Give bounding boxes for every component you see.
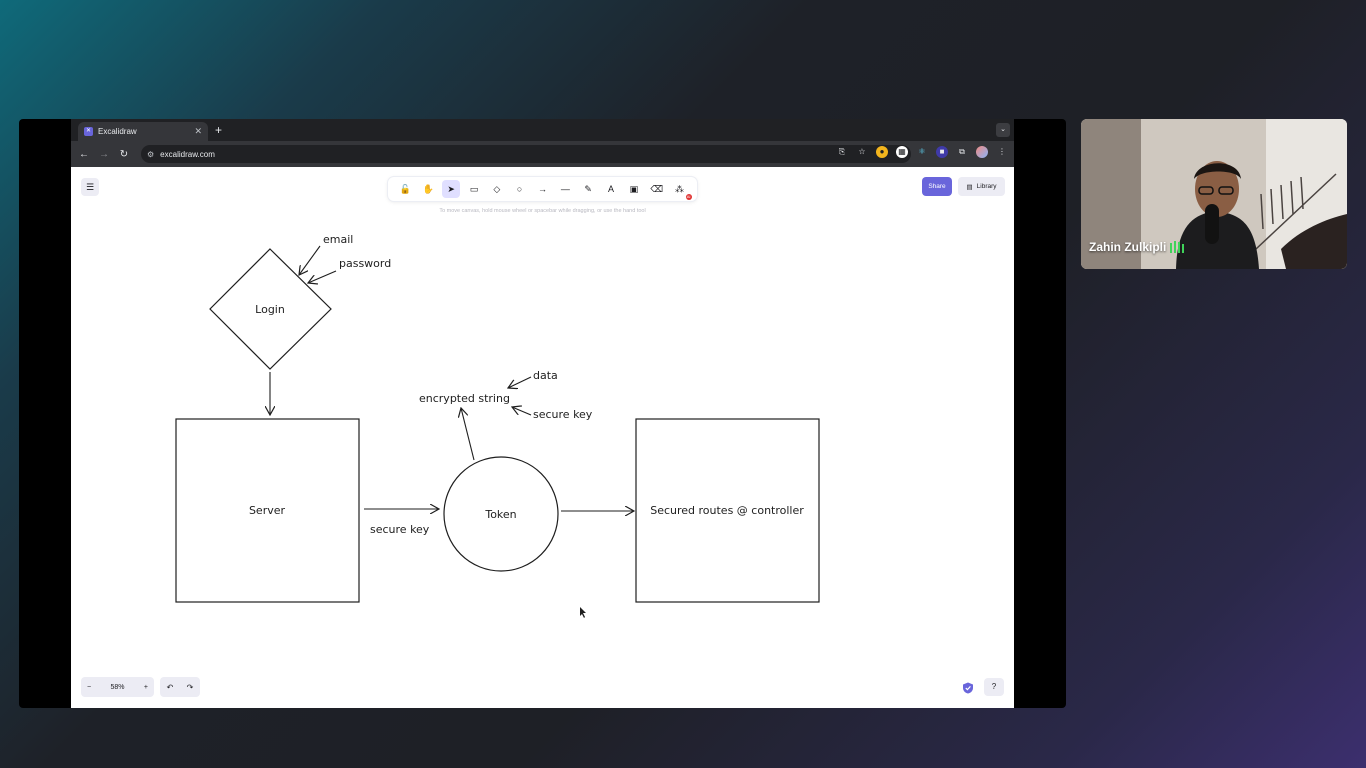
secure-key-label-1: secure key	[370, 523, 430, 536]
install-app-icon[interactable]: ⎘	[836, 146, 848, 158]
react-devtools-icon[interactable]: ⚛	[916, 146, 928, 158]
extension-grid-icon[interactable]: ▦	[896, 146, 908, 158]
canvas-hint: To move canvas, hold mouse wheel or spac…	[439, 208, 646, 214]
profile-avatar-icon[interactable]	[976, 146, 988, 158]
secured-routes-label: Secured routes @ controller	[650, 504, 804, 517]
undo-icon[interactable]: ↶	[167, 683, 174, 692]
tool-more-tools-icon[interactable]: ⁂ AI	[671, 180, 692, 200]
tab-strip: ✕ Excalidraw ✕ + ⌄	[71, 119, 1014, 141]
tool-ellipse-icon[interactable]: ○	[511, 180, 529, 198]
diagram-drawing: Login email password Server secure key T…	[175, 233, 820, 618]
tool-diamond-icon[interactable]: ◇	[488, 180, 506, 198]
secure-key-label-2: secure key	[533, 408, 593, 421]
close-tab-icon[interactable]: ✕	[194, 126, 202, 137]
tool-arrow-icon[interactable]: →	[533, 180, 551, 198]
redo-icon[interactable]: ↷	[187, 683, 194, 692]
site-info-icon[interactable]: ⚙	[147, 150, 154, 159]
shield-icon[interactable]	[962, 682, 974, 694]
tab-title: Excalidraw	[98, 127, 137, 136]
help-icon[interactable]: ?	[984, 678, 1004, 696]
share-button[interactable]: Share	[922, 177, 952, 196]
url-text: excalidraw.com	[160, 149, 215, 159]
tool-image-icon[interactable]: ▣	[625, 180, 643, 198]
extensions-puzzle-icon[interactable]: ⧉	[956, 146, 968, 158]
main-menu-button[interactable]: ☰	[81, 178, 99, 196]
zoom-in-icon[interactable]: +	[144, 684, 148, 691]
tool-draw-icon[interactable]: ✎	[579, 180, 597, 198]
data-label: data	[533, 369, 558, 382]
library-button[interactable]: ▤ Library	[958, 177, 1005, 196]
tool-rectangle-icon[interactable]: ▭	[465, 180, 483, 198]
shapes-toolbar: 🔓 ✋ ➤ ▭ ◇ ○ → — ✎ A ▣ ⌫ ⁂ AI	[388, 177, 697, 201]
server-label: Server	[249, 504, 286, 517]
tool-hand-icon[interactable]: ✋	[419, 180, 437, 198]
participant-name: Zahin Zulkipli	[1089, 240, 1167, 254]
forward-icon[interactable]: →	[94, 149, 114, 160]
participant-video: Zahin Zulkipli	[1081, 119, 1347, 269]
back-icon[interactable]: ←	[74, 149, 94, 160]
participant-name-tag: Zahin Zulkipli	[1089, 240, 1185, 254]
secure-key-arrow	[512, 407, 532, 416]
tool-text-icon[interactable]: A	[602, 180, 620, 198]
extension-purple-icon[interactable]: ■	[936, 146, 948, 158]
excalidraw-favicon-icon: ✕	[84, 127, 93, 136]
excalidraw-canvas[interactable]: Login email password Server secure key T…	[71, 167, 1014, 708]
browser-menu-icon[interactable]: ⋮	[996, 146, 1008, 158]
library-icon: ▤	[966, 183, 973, 191]
password-label: password	[339, 257, 391, 270]
zoom-out-icon[interactable]: −	[87, 684, 91, 691]
address-bar: ← → ↻ ⚙ excalidraw.com ⎘ ☆ ● ▦ ⚛ ■ ⧉ ⋮	[71, 141, 1014, 167]
url-input[interactable]: ⚙ excalidraw.com	[141, 145, 911, 163]
reload-icon[interactable]: ↻	[114, 149, 134, 160]
token-label: Token	[484, 508, 516, 521]
new-tab-icon[interactable]: +	[215, 123, 222, 137]
email-label: email	[323, 233, 353, 246]
password-arrow	[308, 270, 337, 283]
library-label: Library	[976, 183, 997, 190]
tool-lock-icon[interactable]: 🔓	[396, 180, 414, 198]
audio-level-icon	[1170, 241, 1185, 253]
history-controls: ↶ ↷	[160, 677, 200, 697]
zoom-level[interactable]: 58%	[110, 684, 124, 691]
zoom-controls: − 58% +	[81, 677, 154, 697]
token-to-encrypted-arrow	[461, 408, 475, 461]
ai-badge: AI	[685, 194, 692, 200]
login-label: Login	[255, 303, 285, 316]
tool-selection-icon[interactable]: ➤	[442, 180, 461, 198]
tool-eraser-icon[interactable]: ⌫	[648, 180, 666, 198]
browser-window: ✕ Excalidraw ✕ + ⌄ ← → ↻ ⚙ excalidraw.co…	[71, 119, 1014, 708]
shared-screen: ✕ Excalidraw ✕ + ⌄ ← → ↻ ⚙ excalidraw.co…	[19, 119, 1066, 708]
encrypted-string-label: encrypted string	[419, 392, 510, 405]
tab-search-icon[interactable]: ⌄	[996, 123, 1010, 137]
mouse-cursor-icon	[580, 607, 586, 618]
data-arrow	[508, 376, 532, 388]
extension-yellow-icon[interactable]: ●	[876, 146, 888, 158]
email-arrow	[299, 245, 321, 275]
bookmark-star-icon[interactable]: ☆	[856, 146, 868, 158]
extensions-bar: ⎘ ☆ ● ▦ ⚛ ■ ⧉ ⋮	[836, 146, 1008, 158]
browser-tab[interactable]: ✕ Excalidraw ✕	[78, 122, 208, 141]
tool-line-icon[interactable]: —	[556, 180, 574, 198]
